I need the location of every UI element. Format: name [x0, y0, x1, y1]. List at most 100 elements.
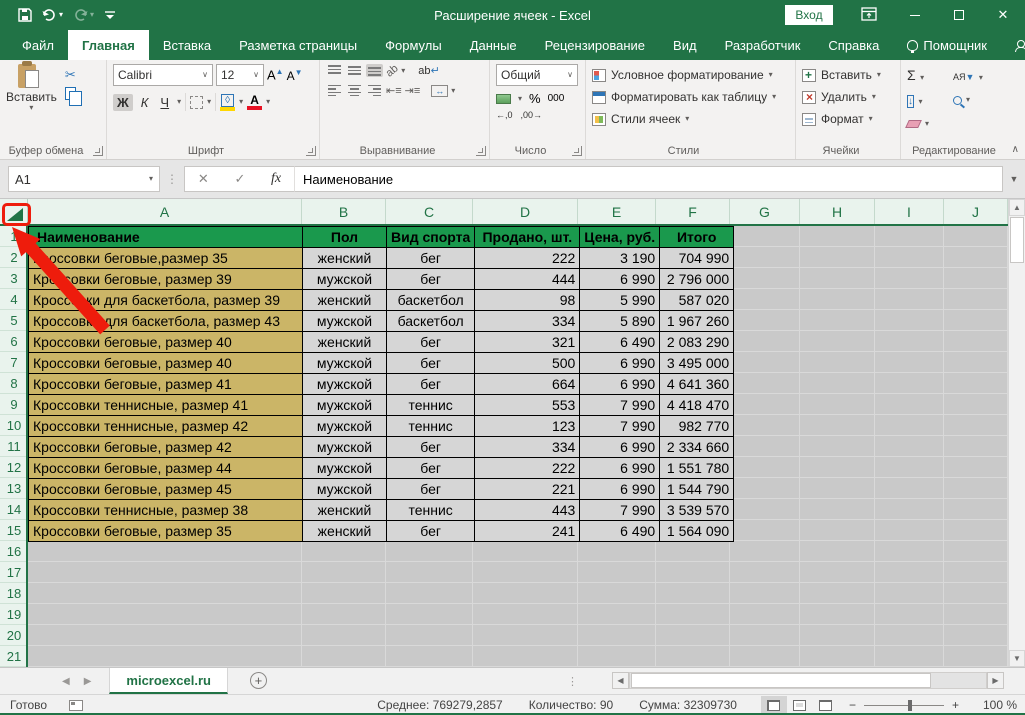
align-left-button[interactable]	[326, 84, 343, 97]
page-break-view-button[interactable]	[813, 696, 839, 715]
horizontal-scrollbar-thumb[interactable]	[631, 673, 931, 688]
table-header-cell[interactable]: Продано, шт.	[475, 227, 580, 248]
cell-qty[interactable]: 444	[475, 269, 580, 290]
cell-name[interactable]: Кроссовки беговые, размер 42	[29, 437, 303, 458]
tab-scrollbar-divider[interactable]: ⋮	[567, 675, 578, 688]
table-header-cell[interactable]: Цена, руб.	[580, 227, 660, 248]
zoom-slider[interactable]	[864, 705, 944, 706]
column-header-F[interactable]: F	[656, 199, 730, 224]
row-header-20[interactable]: 20	[0, 625, 28, 646]
currency-icon[interactable]	[496, 94, 511, 104]
fill-button[interactable]: ↓ ▾	[907, 91, 953, 109]
cell-qty[interactable]: 241	[475, 521, 580, 542]
cell-sport[interactable]: баскетбол	[387, 290, 475, 311]
column-header-C[interactable]: C	[386, 199, 473, 224]
cell-name[interactable]: Кроссовки для баскетбола, размер 43	[29, 311, 303, 332]
column-header-J[interactable]: J	[944, 199, 1008, 224]
ribbon-tab-Вставка[interactable]: Вставка	[149, 30, 225, 60]
decrease-indent-icon[interactable]: ⇤≡	[386, 84, 402, 97]
cell-total[interactable]: 4 418 470	[660, 395, 734, 416]
cell-price[interactable]: 5 990	[580, 290, 660, 311]
customize-qat-button[interactable]	[104, 9, 116, 21]
cell-gender[interactable]: женский	[303, 521, 387, 542]
cell-name[interactable]: Кроссовки беговые, размер 40	[29, 332, 303, 353]
cell-gender[interactable]: мужской	[303, 479, 387, 500]
cell-total[interactable]: 1 544 790	[660, 479, 734, 500]
cell-qty[interactable]: 222	[475, 248, 580, 269]
font-dialog-launcher[interactable]	[306, 146, 316, 156]
comma-style-button[interactable]: 000	[548, 93, 565, 104]
collapse-ribbon-button[interactable]: ∧	[1012, 144, 1019, 155]
cell-gender[interactable]: мужской	[303, 395, 387, 416]
row-header-16[interactable]: 16	[0, 541, 28, 562]
cell-qty[interactable]: 334	[475, 311, 580, 332]
ribbon-tab-Формулы[interactable]: Формулы	[371, 30, 456, 60]
clipboard-dialog-launcher[interactable]	[93, 146, 103, 156]
cell-gender[interactable]: мужской	[303, 374, 387, 395]
cell-name[interactable]: Кроссовки теннисные, размер 42	[29, 416, 303, 437]
zoom-slider-thumb[interactable]	[908, 700, 912, 711]
row-header-14[interactable]: 14	[0, 499, 28, 520]
orientation-dropdown[interactable]: ▾	[401, 67, 405, 75]
merge-center-dropdown[interactable]: ▾	[451, 87, 455, 95]
zoom-out-button[interactable]: −	[849, 698, 856, 712]
shrink-font-button[interactable]: А▼	[287, 68, 303, 83]
minimize-button[interactable]	[893, 0, 937, 30]
cell-name[interactable]: Кроссовки беговые, размер 41	[29, 374, 303, 395]
font-color-dropdown[interactable]: ▾	[266, 98, 270, 106]
ribbon-tab-Файл[interactable]: Файл	[8, 30, 68, 60]
align-bottom-button[interactable]	[366, 64, 383, 77]
cell-qty[interactable]: 553	[475, 395, 580, 416]
row-header-10[interactable]: 10	[0, 415, 28, 436]
row-header-15[interactable]: 15	[0, 520, 28, 541]
cell-sport[interactable]: теннис	[387, 416, 475, 437]
zoom-in-button[interactable]: +	[952, 698, 959, 712]
row-header-13[interactable]: 13	[0, 478, 28, 499]
save-button[interactable]	[18, 8, 32, 22]
borders-dropdown[interactable]: ▾	[207, 98, 211, 106]
cell-gender[interactable]: мужской	[303, 458, 387, 479]
cell-price[interactable]: 7 990	[580, 416, 660, 437]
row-header-19[interactable]: 19	[0, 604, 28, 625]
row-header-11[interactable]: 11	[0, 436, 28, 457]
cell-name[interactable]: Кроссовки беговые, размер 45	[29, 479, 303, 500]
row-header-8[interactable]: 8	[0, 373, 28, 394]
autosum-button[interactable]: Σ ▾	[907, 67, 953, 85]
orientation-icon[interactable]: ab	[384, 62, 401, 79]
cell-price[interactable]: 6 490	[580, 332, 660, 353]
scroll-down-button[interactable]: ▼	[1009, 650, 1025, 667]
scroll-left-button[interactable]: ◀	[612, 672, 629, 689]
borders-icon[interactable]	[190, 96, 203, 109]
row-header-9[interactable]: 9	[0, 394, 28, 415]
cell-total[interactable]: 4 641 360	[660, 374, 734, 395]
cancel-formula-button[interactable]: ✕	[198, 171, 209, 187]
format-cells-button[interactable]: Формат▾	[802, 108, 896, 130]
vertical-scrollbar-thumb[interactable]	[1010, 217, 1024, 263]
conditional-formatting-button[interactable]: Условное форматирование▾	[592, 64, 791, 86]
undo-button[interactable]: ▾	[42, 9, 63, 22]
alignment-dialog-launcher[interactable]	[476, 146, 486, 156]
ribbon-tab-Главная[interactable]: Главная	[68, 30, 149, 60]
copy-button[interactable]: ▾	[65, 87, 82, 100]
paste-button[interactable]: Вставить ▾	[6, 64, 57, 112]
cell-gender[interactable]: мужской	[303, 353, 387, 374]
table-header-cell[interactable]: Итого	[660, 227, 734, 248]
align-middle-button[interactable]	[346, 64, 363, 77]
formula-input[interactable]: Наименование	[294, 166, 1003, 192]
format-as-table-button[interactable]: Форматировать как таблицу▾	[592, 86, 791, 108]
cell-name[interactable]: Кроссовки беговые,размер 35	[29, 248, 303, 269]
maximize-button[interactable]	[937, 0, 981, 30]
ribbon-tab-Помощник[interactable]: Помощник	[893, 30, 1001, 60]
cell-name[interactable]: Кроссовки теннисные, размер 41	[29, 395, 303, 416]
clear-button[interactable]: ▾	[907, 120, 953, 128]
page-layout-view-button[interactable]	[787, 696, 813, 715]
cell-gender[interactable]: женский	[303, 248, 387, 269]
italic-button[interactable]: К	[137, 94, 153, 111]
row-header-3[interactable]: 3	[0, 268, 28, 289]
cell-gender[interactable]: мужской	[303, 437, 387, 458]
cell-qty[interactable]: 123	[475, 416, 580, 437]
status-stat[interactable]: Количество: 90	[529, 698, 613, 712]
table-header-cell[interactable]: Вид спорта	[387, 227, 475, 248]
percent-style-button[interactable]: %	[529, 91, 541, 106]
grow-font-button[interactable]: А▲	[267, 67, 284, 82]
